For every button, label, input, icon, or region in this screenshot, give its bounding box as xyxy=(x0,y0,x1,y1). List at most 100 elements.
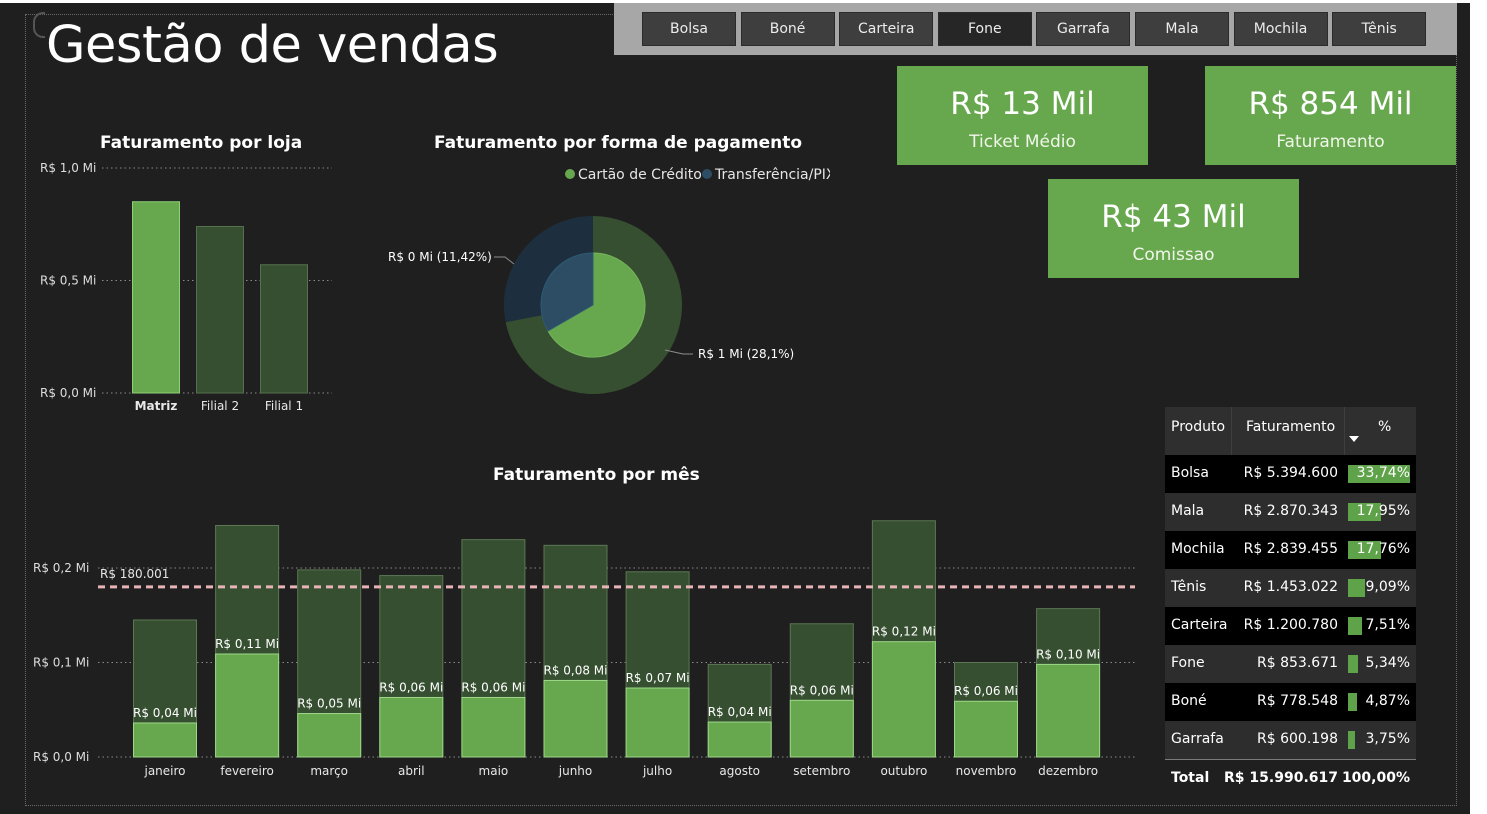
data-label: R$ 0,08 Mi xyxy=(543,663,607,677)
kpi-comissao-label: Comissao xyxy=(1132,245,1215,265)
kpi-faturamento-label: Faturamento xyxy=(1276,132,1385,152)
slicer-button[interactable]: Boné xyxy=(740,12,835,46)
bar xyxy=(132,201,180,394)
slicer-button[interactable]: Mala xyxy=(1135,12,1229,46)
cell-percent-label: 17,95% xyxy=(1356,503,1410,519)
y-tick-label: R$ 0,0 Mi xyxy=(40,386,96,400)
cell-produto: Carteira xyxy=(1171,617,1228,633)
month-chart-title: Faturamento por mês xyxy=(493,465,700,485)
data-label: R$ 0,04 Mi xyxy=(708,705,772,719)
slicer-button[interactable]: Bolsa xyxy=(642,12,736,46)
kpi-faturamento-card: R$ 854 Mil Faturamento xyxy=(1205,66,1456,165)
cell-faturamento: R$ 1.200.780 xyxy=(1243,617,1338,633)
cell-percent: 9,09% xyxy=(1348,576,1410,598)
bar-selected xyxy=(1036,663,1101,758)
cell-produto: Tênis xyxy=(1171,579,1207,595)
page-canvas: Gestão de vendas Bolsa Boné Carteira Fone Ga… xyxy=(0,0,1487,814)
table-row[interactable]: Carteira R$ 1.200.780 7,51% xyxy=(1165,607,1416,645)
table-row[interactable]: Mochila R$ 2.839.455 17,76% xyxy=(1165,531,1416,569)
bar-selected xyxy=(297,713,362,758)
cell-faturamento: R$ 778.548 xyxy=(1257,693,1338,709)
x-tick-label: fevereiro xyxy=(220,764,274,778)
cell-faturamento: R$ 600.198 xyxy=(1257,731,1338,747)
data-label: R$ 0,06 Mi xyxy=(379,680,443,694)
cell-percent: 5,34% xyxy=(1348,652,1410,674)
bar-selected xyxy=(461,696,526,758)
cell-percent: 17,76% xyxy=(1348,538,1410,560)
bar-selected xyxy=(215,653,280,758)
bar-selected xyxy=(133,722,197,758)
data-label: R$ 0,07 Mi xyxy=(626,671,690,685)
x-tick-label: maio xyxy=(479,764,509,778)
legend-label: Cartão de Crédito xyxy=(578,167,702,183)
column-header[interactable]: % xyxy=(1378,419,1391,435)
data-label: R$ 1 Mi (28,1%) xyxy=(698,347,794,361)
x-tick-label: junho xyxy=(558,764,593,778)
kpi-comissao-value: R$ 43 Mil xyxy=(1101,199,1246,235)
data-bar xyxy=(1348,655,1358,673)
x-tick-label: Filial 1 xyxy=(265,399,303,413)
legend-label: Transferência/PIX xyxy=(714,167,830,183)
x-tick-label: abril xyxy=(398,764,425,778)
legend-marker xyxy=(702,169,712,179)
kpi-ticket-card: R$ 13 Mil Ticket Médio xyxy=(897,66,1148,165)
cell-percent: 33,74% xyxy=(1348,462,1410,484)
x-tick-label: Filial 2 xyxy=(201,399,239,413)
cell-percent-label: 17,76% xyxy=(1356,541,1410,557)
data-label: R$ 0,04 Mi xyxy=(133,706,197,720)
cell-faturamento: R$ 2.839.455 xyxy=(1243,541,1338,557)
slicer-button[interactable]: Fone xyxy=(937,12,1032,46)
cell-faturamento: R$ 853.671 xyxy=(1257,655,1338,671)
data-bar xyxy=(1348,579,1365,597)
cell-produto: Mochila xyxy=(1171,541,1225,557)
y-tick-label: R$ 0,2 Mi xyxy=(33,561,89,575)
cell-produto: Bolsa xyxy=(1171,465,1209,481)
sort-desc-icon[interactable] xyxy=(1349,436,1359,442)
kpi-comissao-card: R$ 43 Mil Comissao xyxy=(1048,179,1299,278)
back-icon[interactable] xyxy=(33,12,45,38)
table-header: Produto Faturamento% xyxy=(1165,407,1416,455)
store-revenue-chart: R$ 0,0 Mi R$ 0,5 Mi R$ 1,0 Mi Matriz Filial … xyxy=(40,161,332,413)
table-row[interactable]: Garrafa R$ 600.198 3,75% xyxy=(1165,721,1416,759)
table-row[interactable]: Boné R$ 778.548 4,87% xyxy=(1165,683,1416,721)
table-row[interactable]: Tênis R$ 1.453.022 9,09% xyxy=(1165,569,1416,607)
data-label: R$ 0,12 Mi xyxy=(872,625,936,639)
legend-marker xyxy=(565,169,575,179)
label-leader xyxy=(494,256,515,265)
total-faturamento: R$ 15.990.617 xyxy=(1224,770,1338,786)
payment-method-chart: Cartão de Crédito Transferência/PIX R$ 0 M… xyxy=(388,167,830,394)
table-row[interactable]: Bolsa R$ 5.394.600 33,74% xyxy=(1165,455,1416,493)
x-tick-label: novembro xyxy=(956,764,1017,778)
data-bar xyxy=(1348,731,1355,749)
kpi-ticket-value: R$ 13 Mil xyxy=(950,86,1095,122)
bar-selected xyxy=(625,687,690,758)
y-tick-label: R$ 0,1 Mi xyxy=(33,656,89,670)
x-tick-label: agosto xyxy=(719,764,760,778)
table-row[interactable]: Fone R$ 853.671 5,34% xyxy=(1165,645,1416,683)
bar-selected xyxy=(871,641,936,758)
table-row[interactable]: Mala R$ 2.870.343 17,95% xyxy=(1165,493,1416,531)
cell-percent-label: 7,51% xyxy=(1365,617,1410,633)
bar xyxy=(260,264,308,394)
cell-percent-label: 4,87% xyxy=(1365,693,1410,709)
cell-percent: 7,51% xyxy=(1348,614,1410,636)
cell-percent-label: 9,09% xyxy=(1365,579,1410,595)
slicer-button[interactable]: Mochila xyxy=(1233,12,1328,46)
slicer-button[interactable]: Tênis xyxy=(1332,12,1427,46)
data-bar xyxy=(1348,693,1357,711)
column-header[interactable]: Produto xyxy=(1171,419,1225,435)
bar-selected xyxy=(379,696,444,758)
column-header[interactable]: Faturamento xyxy=(1246,419,1335,435)
payment-chart-title: Faturamento por forma de pagamento xyxy=(434,133,803,153)
cell-faturamento: R$ 1.453.022 xyxy=(1243,579,1338,595)
x-tick-label: julho xyxy=(642,764,672,778)
slicer-button[interactable]: Garrafa xyxy=(1036,12,1131,46)
data-bar xyxy=(1348,617,1362,635)
kpi-faturamento-value: R$ 854 Mil xyxy=(1248,86,1413,122)
x-tick-label: março xyxy=(310,764,348,778)
slicer-button[interactable]: Carteira xyxy=(839,12,934,46)
bar-selected xyxy=(543,679,608,758)
total-percent: 100,00% xyxy=(1341,770,1410,786)
target-label: R$ 180.001 xyxy=(100,567,169,581)
x-tick-label: outubro xyxy=(880,764,927,778)
